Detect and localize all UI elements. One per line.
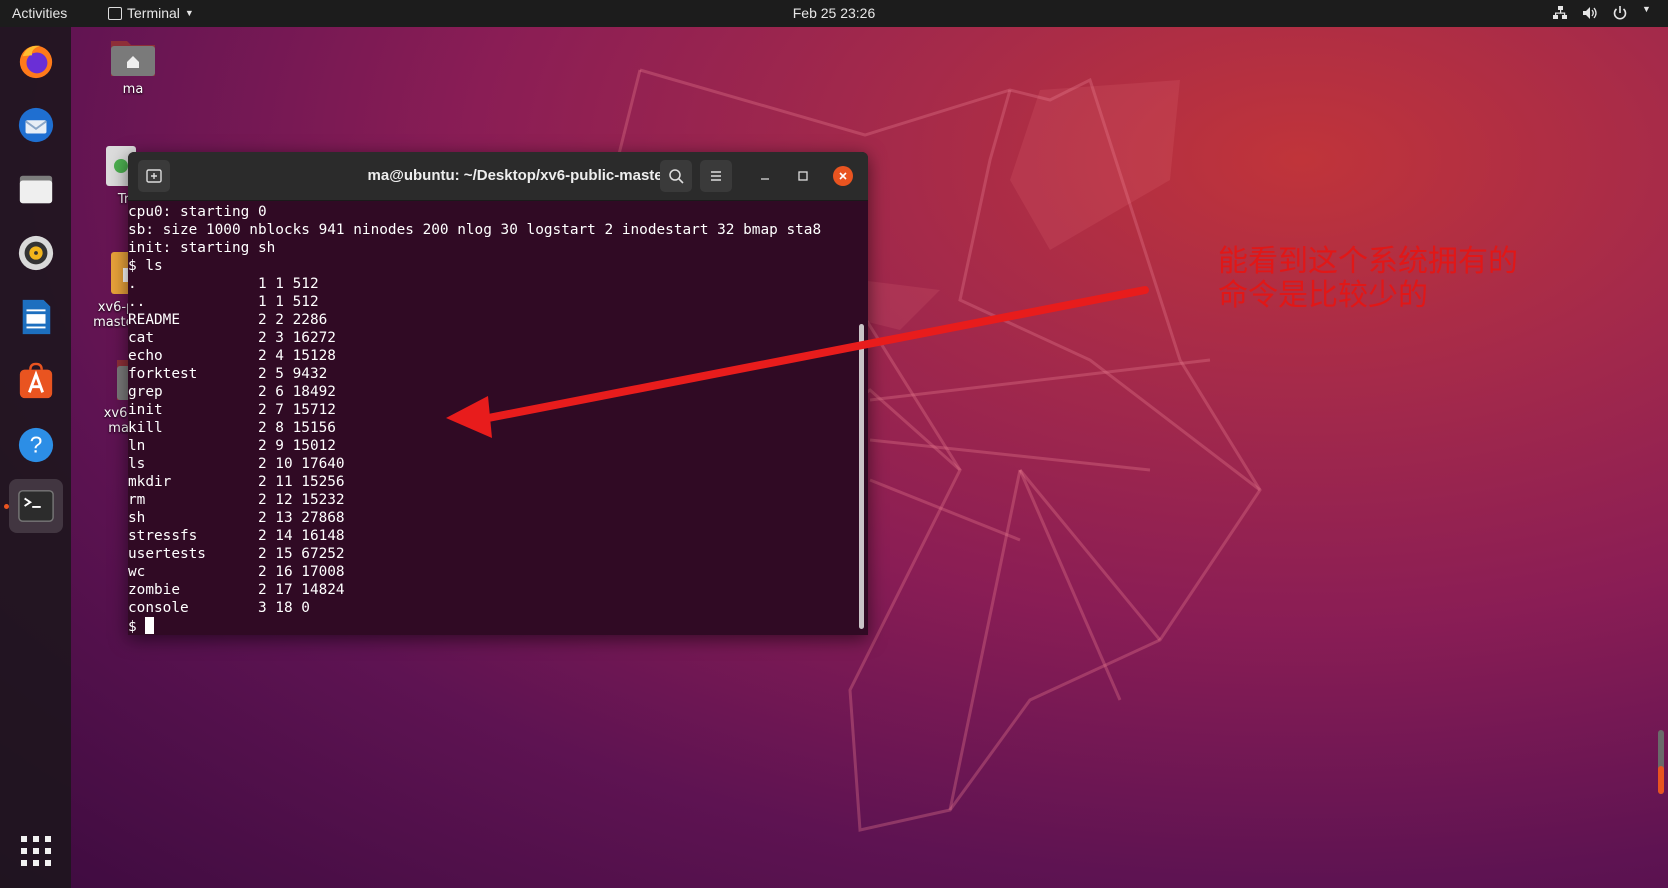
terminal-line: rm 2 12 15232 xyxy=(128,492,345,508)
terminal-line: wc 2 16 17008 xyxy=(128,564,345,580)
terminal-line: console 3 18 0 xyxy=(128,600,310,616)
terminal-line: stressfs 2 14 16148 xyxy=(128,528,345,544)
dock: ? xyxy=(0,27,71,888)
libreoffice-writer-icon xyxy=(22,299,51,335)
help-icon: ? xyxy=(18,427,54,463)
terminal-line: grep 2 6 18492 xyxy=(128,384,336,400)
minimize-icon xyxy=(761,178,769,180)
hamburger-menu-icon xyxy=(711,171,721,181)
terminal-line: $ ls xyxy=(128,258,163,274)
terminal-line: kill 2 8 15156 xyxy=(128,420,336,436)
terminal-line: . 1 1 512 xyxy=(128,276,319,292)
dock-rhythmbox[interactable] xyxy=(9,226,63,280)
dock-terminal[interactable] xyxy=(9,479,63,533)
desktop-edge-scrollbar[interactable] xyxy=(1658,730,1664,794)
terminal-lines: cpu0: starting 0 sb: size 1000 nblocks 94… xyxy=(128,203,850,617)
terminal-line: sb: size 1000 nblocks 941 ninodes 200 nl… xyxy=(128,222,822,238)
rhythmbox-icon xyxy=(18,235,54,271)
terminal-output[interactable]: cpu0: starting 0 sb: size 1000 nblocks 94… xyxy=(128,201,850,635)
terminal-line: .. 1 1 512 xyxy=(128,294,319,310)
software-icon xyxy=(19,362,53,399)
system-tray[interactable]: ▼ xyxy=(1552,4,1652,22)
terminal-line: echo 2 4 15128 xyxy=(128,348,336,364)
annotation-note: 能看到这个系统拥有的 命令是比较少的 xyxy=(1218,245,1618,313)
volume-icon[interactable] xyxy=(1582,4,1598,22)
terminal-line: ln 2 9 15012 xyxy=(128,438,336,454)
terminal-line: usertests 2 15 67252 xyxy=(128,546,345,562)
terminal-scrollbar[interactable] xyxy=(859,324,864,629)
terminal-line: cat 2 3 16272 xyxy=(128,330,336,346)
close-icon xyxy=(839,172,847,180)
network-icon[interactable] xyxy=(1552,4,1568,22)
annotation-line-2: 命令是比较少的 xyxy=(1218,278,1428,313)
terminal-header-bar[interactable]: ma@ubuntu: ~/Desktop/xv6-public-master xyxy=(128,152,868,201)
terminal-line: cpu0: starting 0 xyxy=(128,204,267,220)
menu-button[interactable] xyxy=(700,160,732,192)
maximize-button[interactable] xyxy=(793,166,813,186)
new-tab-button[interactable] xyxy=(138,160,170,192)
show-applications-button[interactable] xyxy=(19,834,53,868)
show-applications-icon xyxy=(21,836,51,866)
terminal-line: zombie 2 17 14824 xyxy=(128,582,345,598)
thunderbird-icon xyxy=(18,107,54,143)
top-bar: Activities Terminal ▼ Feb 25 23:26 ▼ xyxy=(0,0,1668,27)
edge-scroll-thumb[interactable] xyxy=(1658,766,1664,794)
desktop-home-folder[interactable]: ma xyxy=(100,36,166,97)
dock-libreoffice-writer[interactable] xyxy=(9,290,63,344)
dock-ubuntu-software[interactable] xyxy=(9,354,63,408)
minimize-button[interactable] xyxy=(755,166,775,186)
terminal-line: init: starting sh xyxy=(128,240,276,256)
terminal-line: forktest 2 5 9432 xyxy=(128,366,328,382)
clock[interactable]: Feb 25 23:26 xyxy=(0,5,1668,21)
terminal-line: mkdir 2 11 15256 xyxy=(128,474,345,490)
terminal-icon xyxy=(18,490,54,522)
close-button[interactable] xyxy=(833,166,853,186)
terminal-title: ma@ubuntu: ~/Desktop/xv6-public-master xyxy=(367,167,669,184)
files-icon xyxy=(19,175,53,204)
desktop-home-label: ma xyxy=(122,82,144,97)
terminal-line: ls 2 10 17640 xyxy=(128,456,345,472)
text-cursor xyxy=(145,617,155,634)
terminal-window[interactable]: ma@ubuntu: ~/Desktop/xv6-public-master c… xyxy=(128,152,868,635)
dock-help[interactable]: ? xyxy=(9,418,63,472)
terminal-line: init 2 7 15712 xyxy=(128,402,336,418)
terminal-line: sh 2 13 27868 xyxy=(128,510,345,526)
svg-text:?: ? xyxy=(30,432,43,458)
dock-firefox[interactable] xyxy=(9,34,63,88)
home-folder-icon xyxy=(111,41,155,76)
terminal-line: README 2 2 2286 xyxy=(128,312,328,328)
search-icon xyxy=(669,169,684,184)
power-icon[interactable] xyxy=(1612,4,1628,22)
prompt: $ xyxy=(128,619,146,635)
new-tab-icon xyxy=(146,169,162,183)
dock-thunderbird[interactable] xyxy=(9,98,63,152)
search-button[interactable] xyxy=(660,160,692,192)
dock-files[interactable] xyxy=(9,162,63,216)
prompt-line[interactable]: $ xyxy=(128,617,850,635)
maximize-icon xyxy=(798,171,808,181)
firefox-icon xyxy=(19,45,53,79)
chevron-down-icon[interactable]: ▼ xyxy=(1642,4,1652,22)
annotation-line-1: 能看到这个系统拥有的 xyxy=(1218,244,1518,279)
